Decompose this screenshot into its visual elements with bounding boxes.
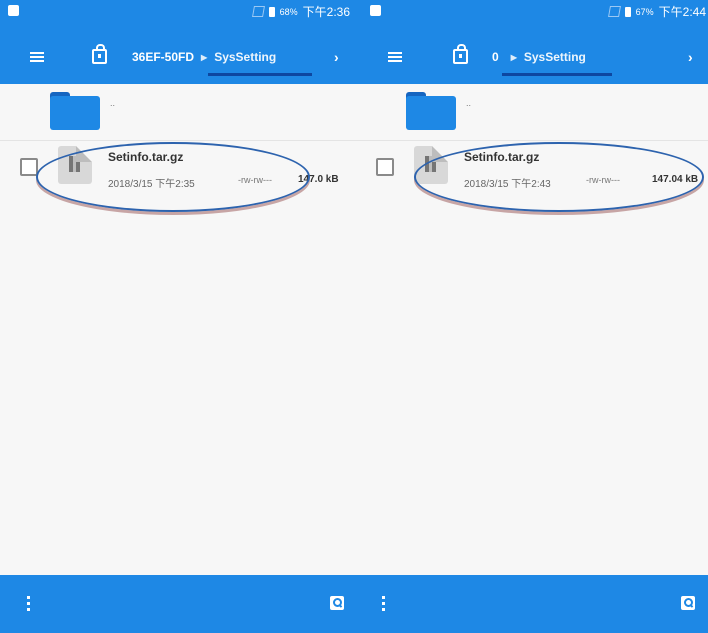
signal-icon (607, 6, 621, 17)
right-file-panel: 67% 下午2:44 0 ▶ SysSetting › .. Setinfo.t… (356, 0, 708, 633)
divider (0, 140, 356, 141)
search-icon[interactable] (330, 596, 344, 610)
battery-percent: 68% (279, 6, 298, 17)
highlight-ellipse (414, 142, 704, 212)
highlight-ellipse (36, 142, 310, 212)
status-right: 68% 下午2:36 (251, 3, 350, 20)
divider (356, 140, 708, 141)
bottom-bar (356, 575, 708, 633)
notification-icon (370, 5, 381, 16)
battery-icon (268, 6, 275, 17)
file-checkbox[interactable] (376, 158, 394, 176)
more-vert-icon[interactable] (27, 596, 30, 611)
app-toolbar: 0 ▶ SysSetting › (356, 22, 708, 84)
active-crumb-indicator (208, 73, 312, 76)
search-icon[interactable] (681, 596, 695, 610)
bottom-bar (0, 575, 356, 633)
status-bar: 67% 下午2:44 (356, 0, 708, 22)
left-file-panel: 68% 下午2:36 36EF-50FD ▶ SysSetting › .. S… (0, 0, 356, 633)
status-bar: 68% 下午2:36 (0, 0, 356, 22)
menu-icon[interactable] (30, 52, 44, 62)
breadcrumb: 0 ▶ SysSetting (492, 50, 586, 64)
status-time: 下午2:36 (302, 5, 350, 19)
signal-icon (251, 6, 265, 17)
breadcrumb-separator-icon: ▶ (510, 52, 517, 62)
file-checkbox[interactable] (20, 158, 38, 176)
menu-icon[interactable] (388, 52, 402, 62)
breadcrumb-segment-volume[interactable]: 36EF-50FD (132, 50, 194, 64)
chevron-right-icon[interactable]: › (334, 49, 339, 65)
folder-icon[interactable] (406, 92, 456, 130)
breadcrumb-segment-volume[interactable]: 0 (492, 50, 499, 64)
lock-icon[interactable] (92, 44, 107, 64)
battery-icon (624, 6, 631, 17)
breadcrumb: 36EF-50FD ▶ SysSetting (132, 50, 276, 64)
status-time: 下午2:44 (658, 5, 706, 19)
parent-dir-label[interactable]: .. (110, 98, 115, 108)
app-toolbar: 36EF-50FD ▶ SysSetting › (0, 22, 356, 84)
folder-icon[interactable] (50, 92, 100, 130)
active-crumb-indicator (502, 73, 612, 76)
breadcrumb-segment-folder[interactable]: SysSetting (214, 50, 276, 64)
status-right: 67% 下午2:44 (607, 3, 706, 20)
chevron-right-icon[interactable]: › (688, 49, 693, 65)
more-vert-icon[interactable] (382, 596, 385, 611)
parent-dir-label[interactable]: .. (466, 98, 471, 108)
breadcrumb-separator-icon: ▶ (201, 52, 208, 62)
breadcrumb-segment-folder[interactable]: SysSetting (524, 50, 586, 64)
battery-percent: 67% (635, 6, 654, 17)
lock-icon[interactable] (453, 44, 468, 64)
notification-icon (8, 5, 19, 16)
